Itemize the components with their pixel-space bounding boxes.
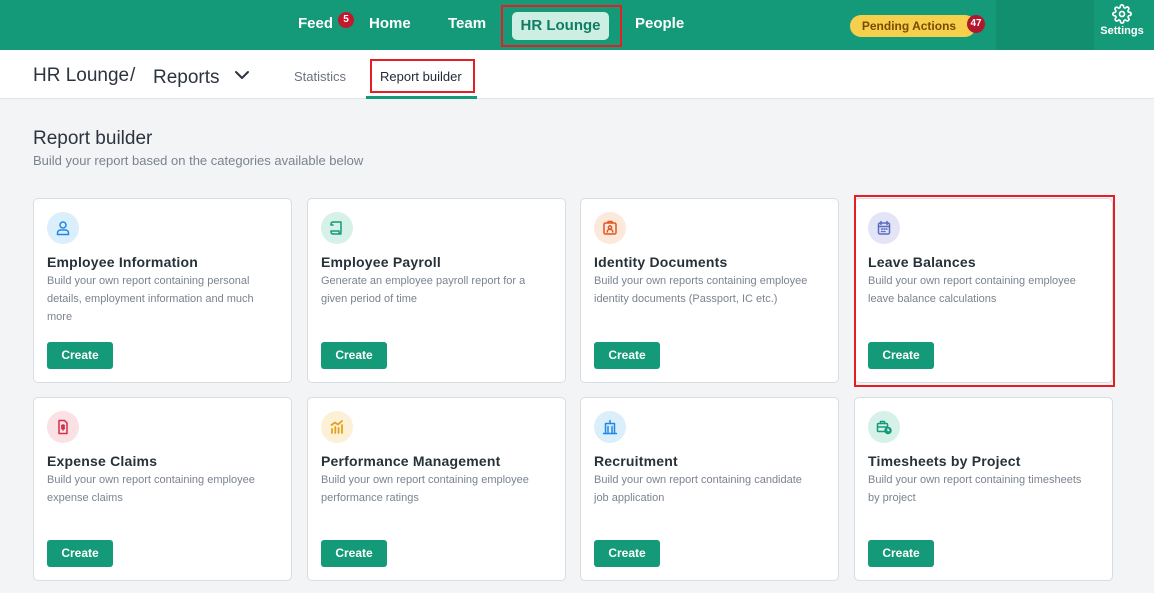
settings-label: Settings [1100, 25, 1144, 37]
breadcrumb-separator: / [130, 65, 136, 86]
calendar-icon [877, 220, 891, 235]
bar-chart-icon [330, 420, 343, 434]
card-icon-container [594, 411, 626, 443]
id-badge-icon [603, 220, 617, 235]
create-button[interactable]: Create [868, 540, 934, 567]
breadcrumb-root[interactable]: HR Lounge [33, 65, 129, 87]
nav-feed[interactable]: Feed [298, 15, 333, 32]
nav-hr-lounge[interactable]: HR Lounge [512, 12, 609, 40]
sub-header: HR Lounge / Reports Statistics Report bu… [0, 50, 1154, 99]
card-icon-container [321, 411, 353, 443]
card-identity-documents: Identity Documents Build your own report… [580, 198, 839, 383]
tab-report-builder[interactable]: Report builder [380, 69, 462, 84]
card-description: Build your own report containing candida… [594, 474, 802, 504]
create-button[interactable]: Create [594, 342, 660, 369]
tab-report-builder-highlight: Report builder [370, 59, 475, 93]
card-icon-container [47, 411, 79, 443]
page-title: Report builder [33, 128, 153, 149]
active-tab-indicator [366, 96, 477, 99]
card-title: Employee Payroll [321, 254, 441, 270]
card-icon-container [868, 212, 900, 244]
user-icon [56, 221, 70, 236]
card-description: Build your own report containing employe… [321, 474, 529, 504]
card-description: Build your own report containing employe… [47, 474, 255, 504]
card-title: Identity Documents [594, 254, 728, 270]
create-button[interactable]: Create [47, 342, 113, 369]
briefcase-clock-icon [876, 420, 892, 435]
create-button[interactable]: Create [321, 540, 387, 567]
nav-home[interactable]: Home [369, 15, 411, 32]
receipt-icon [58, 419, 68, 435]
card-description: Build your own report containing persona… [47, 275, 254, 323]
settings-button[interactable]: Settings [1096, 4, 1148, 46]
card-title: Expense Claims [47, 453, 158, 469]
create-button[interactable]: Create [868, 342, 934, 369]
chevron-down-icon[interactable] [234, 69, 250, 81]
create-button[interactable]: Create [47, 540, 113, 567]
pending-actions-badge: 47 [967, 15, 985, 33]
card-timesheets-by-project: Timesheets by Project Build your own rep… [854, 397, 1113, 581]
card-description: Build your own report containing timeshe… [868, 474, 1082, 504]
card-title: Leave Balances [868, 254, 976, 270]
card-title: Recruitment [594, 453, 678, 469]
scroll-icon [330, 221, 342, 235]
hr-lounge-highlight: HR Lounge [501, 5, 622, 47]
feed-badge: 5 [338, 12, 354, 28]
card-title: Performance Management [321, 453, 501, 469]
card-title: Timesheets by Project [868, 453, 1021, 469]
top-navigation-bar: Feed 5 Home Team HR Lounge People Pendin… [0, 0, 1154, 50]
card-employee-information: Employee Information Build your own repo… [33, 198, 292, 383]
card-employee-payroll: Employee Payroll Generate an employee pa… [307, 198, 566, 383]
card-title: Employee Information [47, 254, 199, 270]
nav-people[interactable]: People [635, 15, 684, 32]
create-button[interactable]: Create [321, 342, 387, 369]
card-expense-claims: Expense Claims Build your own report con… [33, 397, 292, 581]
card-recruitment: Recruitment Build your own report contai… [580, 397, 839, 581]
gear-icon [1112, 4, 1132, 24]
card-description: Generate an employee payroll report for … [321, 275, 526, 305]
card-icon-container [594, 212, 626, 244]
card-icon-container [321, 212, 353, 244]
nav-team[interactable]: Team [448, 15, 486, 32]
topbar-user-area [996, 0, 1094, 50]
building-icon [602, 419, 618, 435]
card-icon-container [868, 411, 900, 443]
pending-actions-button[interactable]: Pending Actions [850, 15, 976, 37]
card-description: Build your own reports containing employ… [594, 275, 808, 305]
breadcrumb-current[interactable]: Reports [153, 67, 220, 89]
page-subtitle: Build your report based on the categorie… [33, 153, 364, 168]
create-button[interactable]: Create [594, 540, 660, 567]
tab-statistics[interactable]: Statistics [294, 69, 346, 84]
card-description: Build your own report containing employe… [868, 275, 1076, 305]
card-leave-balances: Leave Balances Build your own report con… [854, 198, 1113, 383]
card-icon-container [47, 212, 79, 244]
card-performance-management: Performance Management Build your own re… [307, 397, 566, 581]
